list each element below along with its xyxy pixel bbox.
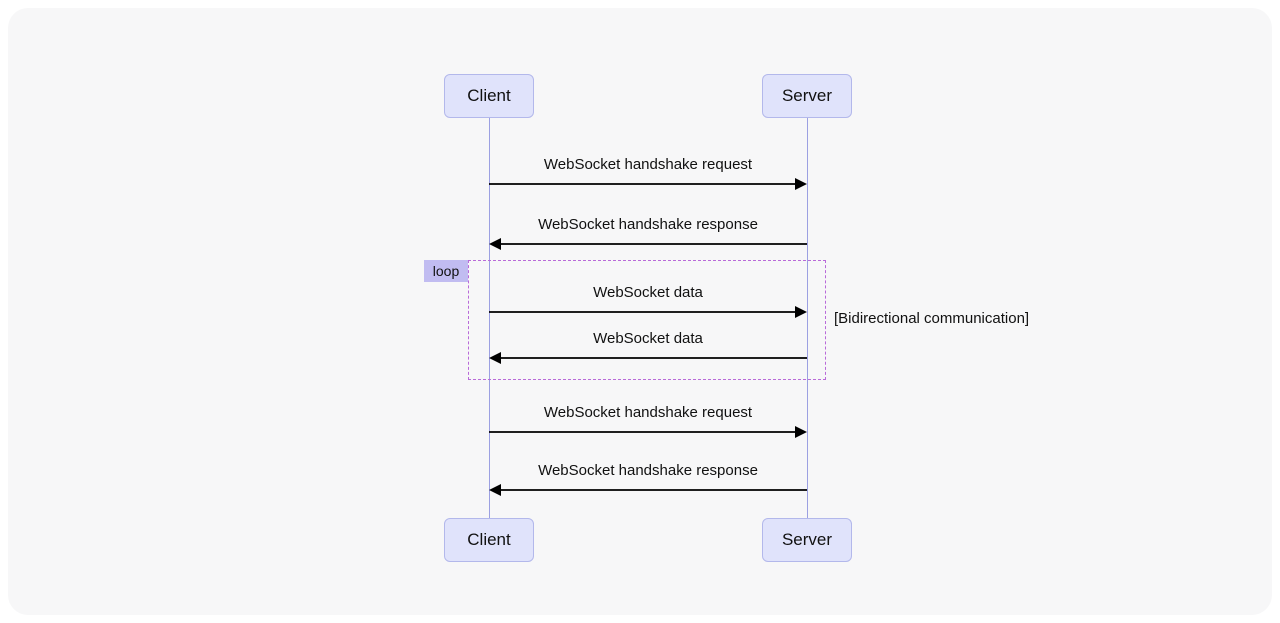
actor-client-bottom-label: Client [467,530,510,550]
msg3-label: WebSocket data [489,284,807,301]
actor-server-top: Server [762,74,852,118]
diagram-panel: Client Server WebSocket handshake reques… [8,8,1272,615]
msg1-label: WebSocket handshake request [489,156,807,173]
actor-client-bottom: Client [444,518,534,562]
msg6-label: WebSocket handshake response [489,462,807,479]
loop-tag-label: loop [433,263,459,279]
loop-note: [Bidirectional communication] [834,310,1029,327]
msg5-label: WebSocket handshake request [489,404,807,421]
actor-server-top-label: Server [782,86,832,106]
actor-server-bottom: Server [762,518,852,562]
arrow-right-1 [489,176,807,192]
actor-client-top: Client [444,74,534,118]
arrow-right-3 [489,424,807,440]
arrow-left-3 [489,482,807,498]
msg4-label: WebSocket data [489,330,807,347]
arrow-left-2 [489,350,807,366]
arrow-right-2 [489,304,807,320]
msg2-label: WebSocket handshake response [489,216,807,233]
loop-tag: loop [424,260,468,282]
actor-server-bottom-label: Server [782,530,832,550]
arrow-left-1 [489,236,807,252]
actor-client-top-label: Client [467,86,510,106]
